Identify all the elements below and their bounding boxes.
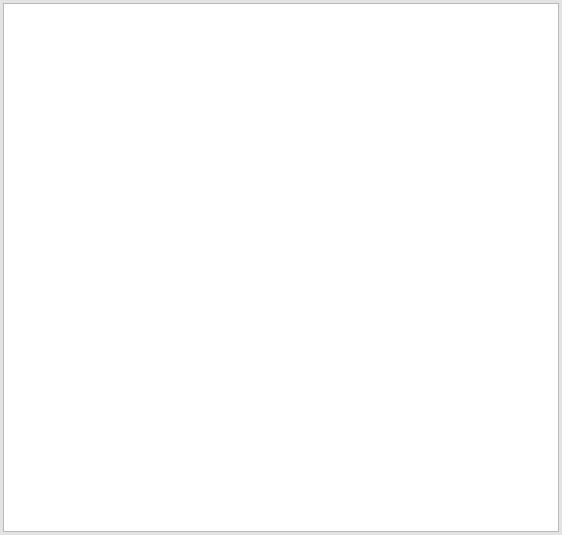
embed-border (3, 3, 559, 532)
icharts-embed: SHARE CLIP 1579 VIEWS (0, 0, 562, 535)
